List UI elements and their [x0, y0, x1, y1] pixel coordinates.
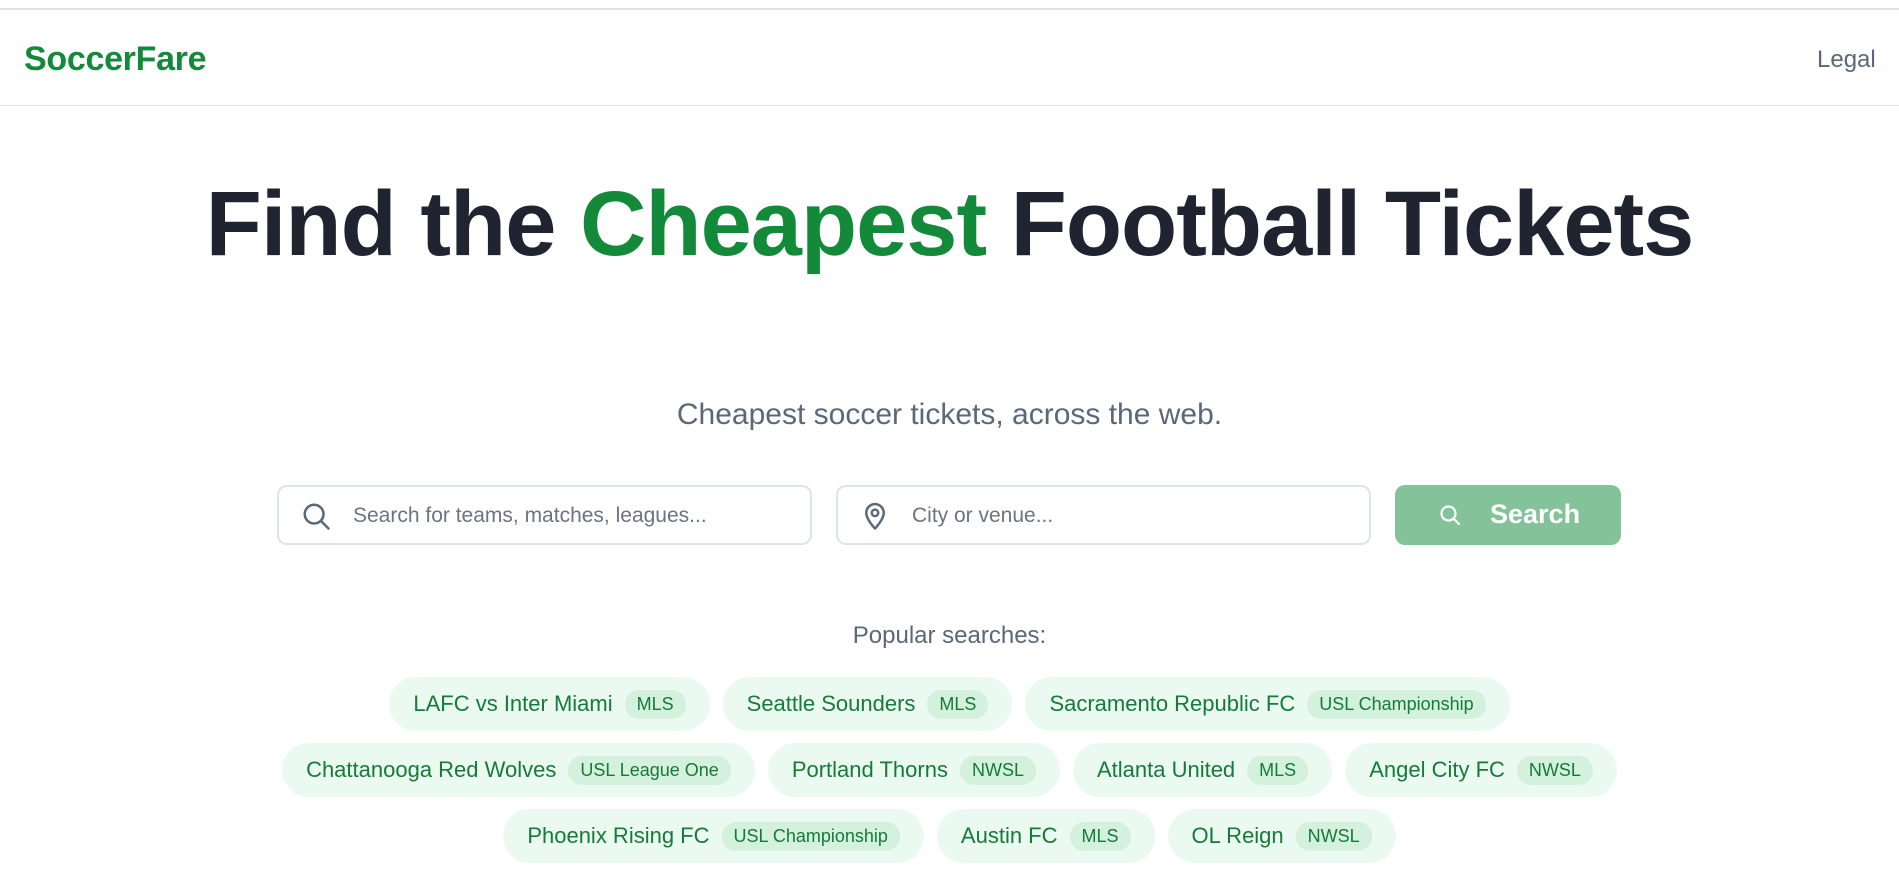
site-logo[interactable]: SoccerFare	[24, 40, 207, 79]
hero-title: Find the Cheapest Football Tickets	[0, 178, 1899, 270]
chip-label: Phoenix Rising FC	[527, 823, 710, 848]
popular-chip[interactable]: OL Reign NWSL	[1167, 809, 1396, 863]
popular-chip[interactable]: Chattanooga Red Wolves USL League One	[282, 743, 755, 797]
chip-label: Angel City FC	[1369, 757, 1505, 782]
site-header: SoccerFare Legal	[0, 10, 1899, 106]
search-query-box[interactable]	[277, 485, 812, 545]
popular-chip[interactable]: Atlanta United MLS	[1072, 743, 1333, 797]
popular-chip[interactable]: Portland Thorns NWSL	[767, 743, 1060, 797]
search-button-label: Search	[1490, 499, 1581, 529]
league-badge: NWSL	[1516, 755, 1593, 785]
chip-label: OL Reign	[1191, 823, 1284, 848]
league-badge: NWSL	[1295, 821, 1372, 851]
chip-label: Chattanooga Red Wolves	[306, 757, 557, 782]
league-badge: MLS	[1069, 821, 1131, 851]
popular-chip[interactable]: Sacramento Republic FC USL Championship	[1025, 677, 1510, 731]
chip-label: Austin FC	[960, 823, 1058, 848]
popular-chip[interactable]: Austin FC MLS	[936, 809, 1155, 863]
nav-link-legal[interactable]: Legal	[1817, 46, 1876, 74]
popular-row-2: Chattanooga Red Wolves USL League One Po…	[0, 743, 1899, 797]
popular-row-1: LAFC vs Inter Miami MLS Seattle Sounders…	[0, 677, 1899, 731]
location-box[interactable]	[836, 485, 1371, 545]
league-badge: MLS	[1247, 755, 1309, 785]
chip-label: Seattle Sounders	[746, 691, 916, 716]
chip-label: Portland Thorns	[791, 757, 948, 782]
league-badge: USL Championship	[721, 821, 900, 851]
league-badge: NWSL	[959, 755, 1036, 785]
search-button-icon	[1440, 505, 1461, 526]
popular-row-3: Phoenix Rising FC USL Championship Austi…	[0, 809, 1899, 863]
league-badge: USL Championship	[1307, 689, 1486, 719]
popular-searches-label: Popular searches:	[852, 622, 1047, 649]
search-button[interactable]: Search	[1395, 485, 1621, 545]
popular-chip[interactable]: LAFC vs Inter Miami MLS	[389, 677, 710, 731]
chip-label: LAFC vs Inter Miami	[413, 691, 613, 716]
chip-label: Atlanta United	[1096, 757, 1236, 782]
league-badge: MLS	[927, 689, 989, 719]
hero-title-end: Football Tickets	[986, 173, 1695, 275]
popular-chip[interactable]: Phoenix Rising FC USL Championship	[503, 809, 924, 863]
search-input[interactable]	[351, 495, 795, 537]
location-input[interactable]	[910, 495, 1354, 537]
league-badge: USL League One	[568, 755, 731, 785]
chip-label: Sacramento Republic FC	[1049, 691, 1296, 716]
hero-title-start: Find the	[205, 173, 580, 275]
popular-chip[interactable]: Angel City FC NWSL	[1345, 743, 1617, 797]
hero-title-accent: Cheapest	[579, 173, 987, 275]
popular-chip[interactable]: Seattle Sounders MLS	[722, 677, 1013, 731]
map-pin-icon	[865, 502, 885, 530]
search-icon	[303, 503, 330, 530]
league-badge: MLS	[624, 689, 686, 719]
hero-subtitle: Cheapest soccer tickets, across the web.	[676, 398, 1223, 431]
